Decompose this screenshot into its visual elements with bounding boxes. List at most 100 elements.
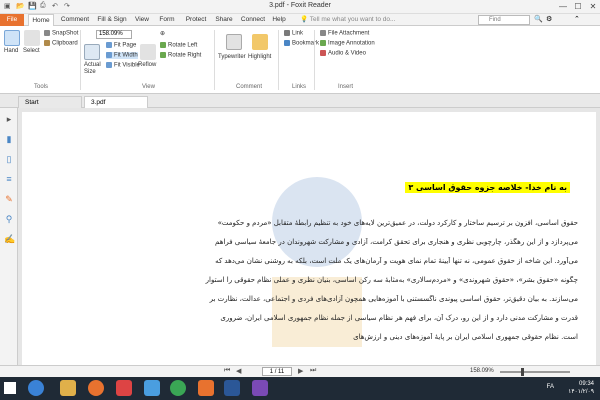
hand-button[interactable]: Hand <box>4 48 18 54</box>
pages-panel-icon[interactable]: ▯ <box>4 154 14 164</box>
word-icon[interactable] <box>224 380 240 396</box>
ribbon-home: Hand Select SnapShot Clipboard Tools Act… <box>0 26 600 94</box>
file-explorer-icon[interactable] <box>60 380 76 396</box>
ie-icon[interactable] <box>28 380 44 396</box>
title-bar: ▣ 📂 💾 ⎙ ↶ ↷ 3.pdf - Foxit Reader — ☐ ✕ <box>0 0 600 14</box>
tab-file[interactable]: File <box>0 14 24 26</box>
paragraph-line: می‌آورد. این شاخه از حقوق عمومی، نه تنها… <box>215 257 578 265</box>
chrome-icon[interactable] <box>170 380 186 396</box>
paragraph-line: است. نظام حقوقی جمهوری اسلامی ایران بر پ… <box>353 333 578 341</box>
snapshot-button[interactable]: SnapShot <box>44 30 78 37</box>
next-page-icon[interactable]: ▶ <box>298 367 303 375</box>
comments-panel-icon[interactable]: ✎ <box>4 194 14 204</box>
paragraph-line: می‌پردازد و از این رهگذر، چارچوبی نظری و… <box>215 238 578 246</box>
tab-help[interactable]: Help <box>270 14 288 26</box>
document-heading: به نام خدا- خلاصه جزوه حقوق اساسی ۳ <box>405 182 570 193</box>
lightbulb-icon: 💡 <box>300 16 310 23</box>
page-number-input[interactable]: 1 / 11 <box>262 367 292 376</box>
fit-page-button[interactable]: Fit Page <box>106 42 136 49</box>
document-tabs: Start 3.pdf <box>0 94 600 108</box>
rotate-right-button[interactable]: Rotate Right <box>160 52 201 59</box>
tab-comment[interactable]: Comment <box>58 14 92 26</box>
language-indicator[interactable]: FA <box>547 384 554 390</box>
fit-width-button[interactable]: Fit Width <box>106 52 138 59</box>
paragraph-line: حقوق اساسی، افزون بر ترسیم ساختار و کارک… <box>217 219 578 227</box>
group-label-links: Links <box>292 84 307 90</box>
tab-fill-sign[interactable]: Fill & Sign <box>94 14 130 26</box>
snapshot-label: SnapShot <box>52 30 79 37</box>
minimize-button[interactable]: — <box>556 1 570 12</box>
rotate-right-icon <box>160 52 166 58</box>
media-player-icon[interactable] <box>116 380 132 396</box>
tell-me-text: Tell me what you want to do... <box>309 16 396 23</box>
zoom-slider-thumb[interactable] <box>521 368 524 376</box>
rotate-left-label: Rotate Left <box>168 42 198 49</box>
maximize-button[interactable]: ☐ <box>571 1 585 12</box>
group-label-insert: Insert <box>338 84 354 90</box>
layers-panel-icon[interactable]: ≡ <box>4 174 14 184</box>
pdf-page: به نام خدا- خلاصه جزوه حقوق اساسی ۳ حقوق… <box>22 112 596 372</box>
clock-time: 09:34 <box>578 381 594 387</box>
divider <box>278 30 279 90</box>
tab-start[interactable]: Start <box>18 96 82 108</box>
first-page-icon[interactable]: ⏮ <box>224 367 230 375</box>
group-label-comment: Comment <box>236 84 263 90</box>
fit-visible-button[interactable]: Fit Visible <box>106 62 140 69</box>
highlight-button[interactable]: Highlight <box>248 54 271 60</box>
system-clock[interactable]: 09:34 ۱۴۰۱/۲/۰۹ <box>568 380 594 396</box>
actual-size-button[interactable]: Actual Size <box>84 62 104 76</box>
reflow-button[interactable]: Reflow <box>138 62 156 68</box>
search-icon[interactable]: 🔍 <box>534 15 543 23</box>
fit-width-icon <box>106 52 112 58</box>
tab-view[interactable]: View <box>132 14 152 26</box>
tab-protect[interactable]: Protect <box>182 14 210 26</box>
camera-icon <box>44 30 50 36</box>
bookmark-panel-icon[interactable]: ▮ <box>4 134 14 144</box>
tab-connect[interactable]: Connect <box>238 14 268 26</box>
actual-size-icon[interactable] <box>84 44 100 60</box>
select-icon[interactable] <box>24 30 40 46</box>
tell-me-box[interactable]: 💡 Tell me what you want to do... <box>300 15 395 23</box>
link-button[interactable]: Link <box>284 30 303 37</box>
group-label-tools: Tools <box>34 84 49 90</box>
image-annotation-button[interactable]: Image Annotation <box>320 40 375 47</box>
tab-share[interactable]: Share <box>212 14 236 26</box>
close-button[interactable]: ✕ <box>586 1 600 12</box>
collapse-ribbon-icon[interactable]: ⌃ <box>574 15 580 23</box>
zoom-in-icon[interactable]: ⊕ <box>160 30 165 37</box>
start-windows-icon[interactable] <box>4 382 16 394</box>
file-attachment-label: File Attachment <box>328 30 370 37</box>
visual-studio-icon[interactable] <box>252 380 268 396</box>
foxit-reader-icon[interactable] <box>198 380 214 396</box>
window-title: 3.pdf - Foxit Reader <box>269 2 331 9</box>
last-page-icon[interactable]: ⏭ <box>310 367 316 375</box>
firefox-icon[interactable] <box>88 380 104 396</box>
tab-home[interactable]: Home <box>28 14 54 26</box>
tab-form[interactable]: Form <box>156 14 178 26</box>
zoom-slider[interactable] <box>500 368 570 376</box>
clipboard-button[interactable]: Clipboard <box>44 40 78 47</box>
collapse-panel-icon[interactable]: ▸ <box>4 114 14 124</box>
signature-panel-icon[interactable]: ✍ <box>4 234 15 244</box>
highlight-icon[interactable] <box>252 34 268 50</box>
rotate-right-label: Rotate Right <box>168 52 202 59</box>
typewriter-icon[interactable] <box>226 34 242 50</box>
prev-page-icon[interactable]: ◀ <box>236 367 241 375</box>
find-input[interactable]: Find <box>478 15 530 25</box>
select-button[interactable]: Select <box>23 48 40 54</box>
hand-icon[interactable] <box>4 30 20 46</box>
audio-video-button[interactable]: Audio & Video <box>320 50 366 57</box>
telegram-icon[interactable] <box>144 380 160 396</box>
paragraph-line: چگونه «حقوق بشر»، «حقوق شهروندی» و «مردم… <box>205 276 578 284</box>
rotate-left-button[interactable]: Rotate Left <box>160 42 197 49</box>
file-attachment-button[interactable]: File Attachment <box>320 30 369 37</box>
settings-icon[interactable]: ⚙ <box>546 15 552 23</box>
reflow-icon[interactable] <box>140 44 156 60</box>
typewriter-button[interactable]: Typewriter <box>218 54 246 60</box>
tab-document[interactable]: 3.pdf <box>84 96 148 108</box>
attachments-panel-icon[interactable]: ⚲ <box>4 214 14 224</box>
zoom-level: 158.09% <box>470 368 494 374</box>
zoom-input[interactable]: 158.09% <box>96 30 132 39</box>
image-icon <box>320 40 326 46</box>
navigation-panel: ▸ ▮ ▯ ≡ ✎ ⚲ ✍ <box>0 108 18 375</box>
